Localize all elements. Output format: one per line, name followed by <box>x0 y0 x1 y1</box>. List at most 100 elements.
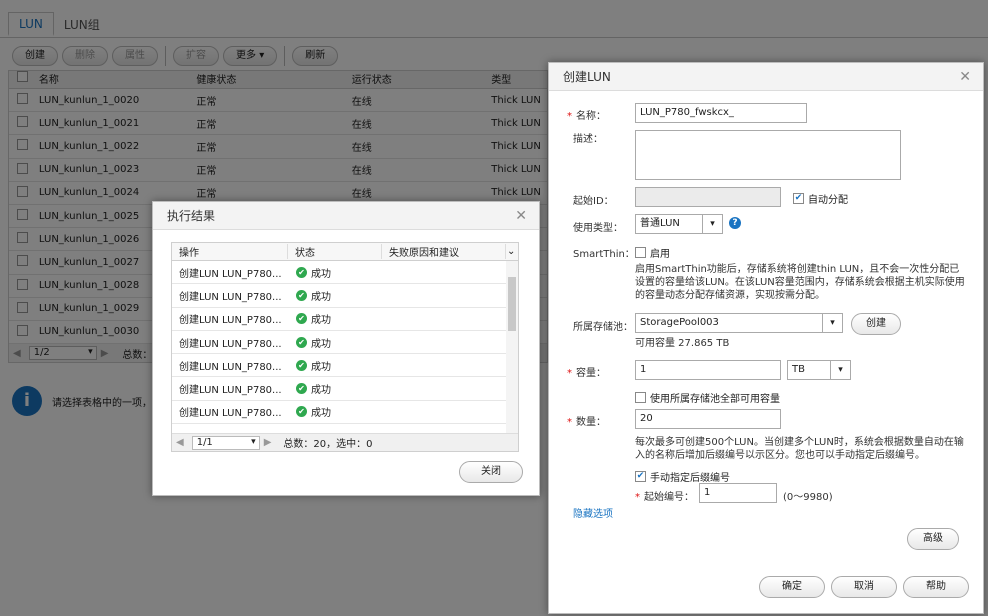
status-text: 成功 <box>311 408 331 420</box>
result-footer: ◀ 1/1 ▶ 总数：20，选中：0 <box>172 433 518 451</box>
chevron-down-icon: ▾ <box>822 314 842 332</box>
create-lun-dialog: 创建LUN ✕ * 名称： LUN_P780_fwskcx_ 描述： 起始ID： ✔… <box>548 62 984 614</box>
result-header: 操作 状态 失败原因和建议 ⌄ <box>172 243 518 261</box>
close-icon[interactable]: ✕ <box>515 202 527 230</box>
capacity-label: * 容量： <box>567 364 606 379</box>
success-icon: ✔ <box>296 336 307 348</box>
cell-operation: 创建LUN LUN_P780... <box>179 291 282 303</box>
quantity-label: * 数量： <box>567 413 606 428</box>
cell-operation: 创建LUN LUN_P780... <box>179 361 282 373</box>
success-icon: ✔ <box>296 383 307 395</box>
col-status[interactable]: 状态 <box>288 244 382 259</box>
use-all-capacity-checkbox[interactable]: 使用所属存储池全部可用容量 <box>635 390 780 405</box>
manual-suffix-checkbox[interactable]: ✔ 手动指定后缀编号 <box>635 469 730 484</box>
smartthin-label: SmartThin： <box>573 249 635 260</box>
cell-status: ✔ 成功 <box>288 288 331 303</box>
next-page-icon[interactable]: ▶ <box>264 437 272 448</box>
chevron-down-icon: ▾ <box>702 215 722 233</box>
desc-label: 描述： <box>573 134 603 145</box>
status-text: 成功 <box>311 385 331 397</box>
result-row[interactable]: 创建LUN LUN_P780... ✔ 成功 <box>172 377 518 401</box>
dialog-title: 执行结果 ✕ <box>153 202 539 230</box>
result-body: 创建LUN LUN_P780... ✔ 成功 创建LUN LUN_P780... ✔ 成功… <box>172 261 518 425</box>
unit-select[interactable]: TB ▾ <box>787 360 851 380</box>
cell-status: ✔ 成功 <box>288 404 331 419</box>
hide-options-link[interactable]: 隐藏选项 <box>573 505 613 520</box>
start-number-label-text: 起始编号： <box>644 492 694 503</box>
cell-operation: 创建LUN LUN_P780... <box>179 385 282 397</box>
available-capacity: 可用容量 27.865 TB <box>635 338 730 349</box>
start-number-label: * 起始编号： <box>635 488 694 503</box>
result-row[interactable]: 创建LUN LUN_P780... ✔ 成功 <box>172 284 518 308</box>
name-label-text: 名称： <box>576 111 606 122</box>
auto-alloc-checkbox[interactable]: ✔ 自动分配 <box>793 191 848 206</box>
success-icon: ✔ <box>296 359 307 371</box>
quantity-description: 每次最多可创建500个LUN。当创建多个LUN时，系统会根据数量自动在输入的名称… <box>635 437 964 461</box>
create-title-text: 创建LUN <box>563 70 611 84</box>
cell-operation: 创建LUN LUN_P780... <box>179 408 282 420</box>
execution-result-dialog: 执行结果 ✕ 操作 状态 失败原因和建议 ⌄ 创建LUN LUN_P780... ✔… <box>152 201 540 496</box>
status-text: 成功 <box>311 315 331 327</box>
name-label: * 名称： <box>567 107 606 122</box>
result-row[interactable]: 创建LUN LUN_P780... ✔ 成功 <box>172 354 518 378</box>
required-marker: * <box>567 111 572 122</box>
cell-status: ✔ 成功 <box>288 265 331 280</box>
capacity-input[interactable]: 1 <box>635 360 781 380</box>
status-text: 成功 <box>311 361 331 373</box>
success-icon: ✔ <box>296 313 307 325</box>
required-marker: * <box>567 417 572 428</box>
scroll-thumb[interactable] <box>508 277 516 331</box>
col-operation[interactable]: 操作 <box>172 244 288 259</box>
close-button[interactable]: 关闭 <box>459 461 523 483</box>
cell-operation: 创建LUN LUN_P780... <box>179 268 282 280</box>
quantity-label-text: 数量： <box>576 417 606 428</box>
cell-status: ✔ 成功 <box>288 381 331 396</box>
start-id-label: 起始ID： <box>573 196 614 207</box>
status-text: 成功 <box>311 338 331 350</box>
cell-status: ✔ 成功 <box>288 335 331 350</box>
result-row[interactable]: 创建LUN LUN_P780... ✔ 成功 <box>172 261 518 285</box>
cell-status: ✔ 成功 <box>288 358 331 373</box>
storage-pool-select[interactable]: StoragePool003 ▾ <box>635 313 843 333</box>
prev-page-icon[interactable]: ◀ <box>176 437 184 448</box>
success-icon: ✔ <box>296 289 307 301</box>
description-field[interactable] <box>635 130 901 180</box>
success-icon: ✔ <box>296 406 307 418</box>
start-number-input[interactable]: 1 <box>699 483 777 503</box>
result-row[interactable]: 创建LUN LUN_P780... ✔ 成功 <box>172 308 518 331</box>
start-number-range: (0～9980) <box>783 492 833 503</box>
ok-button[interactable]: 确定 <box>759 576 825 598</box>
name-input[interactable]: LUN_P780_fwskcx_ <box>635 103 807 123</box>
usage-type-value: 普通LUN <box>640 218 680 229</box>
col-failure-reason[interactable]: 失败原因和建议 <box>382 244 506 259</box>
usage-type-select[interactable]: 普通LUN ▾ <box>635 214 723 234</box>
help-icon[interactable]: ? <box>729 217 741 229</box>
smartthin-enable-checkbox[interactable]: 启用 <box>635 245 670 260</box>
required-marker: * <box>635 492 640 503</box>
advanced-button[interactable]: 高级 <box>907 528 959 550</box>
smartthin-description: 启用SmartThin功能后，存储系统将创建thin LUN，且不会一次性分配已… <box>635 264 965 301</box>
result-row[interactable]: 创建LUN LUN_P780... ✔ 成功 <box>172 331 518 355</box>
help-button[interactable]: 帮助 <box>903 576 969 598</box>
scrollbar[interactable] <box>506 261 518 435</box>
status-text: 成功 <box>311 268 331 280</box>
page-select[interactable]: 1/1 <box>191 435 260 450</box>
create-pool-button[interactable]: 创建 <box>851 313 901 335</box>
check-icon: ✔ <box>635 471 646 482</box>
cell-operation: 创建LUN LUN_P780... <box>179 338 282 350</box>
start-id-input[interactable] <box>635 187 781 207</box>
pool-value: StoragePool003 <box>640 317 719 328</box>
enable-label: 启用 <box>650 249 670 260</box>
quantity-input[interactable]: 20 <box>635 409 781 429</box>
usage-type-label: 使用类型： <box>573 223 623 234</box>
result-row[interactable]: 创建LUN LUN_P780... ✔ 成功 <box>172 401 518 425</box>
close-icon[interactable]: ✕ <box>959 63 971 91</box>
cancel-button[interactable]: 取消 <box>831 576 897 598</box>
cell-status: ✔ 成功 <box>288 311 331 326</box>
result-table: 操作 状态 失败原因和建议 ⌄ 创建LUN LUN_P780... ✔ 成功 创建LU… <box>171 242 519 452</box>
use-all-label: 使用所属存储池全部可用容量 <box>650 394 780 405</box>
unchecked-icon <box>635 392 646 403</box>
capacity-label-text: 容量： <box>576 368 606 379</box>
column-menu-icon[interactable]: ⌄ <box>506 246 518 257</box>
manual-suffix-label: 手动指定后缀编号 <box>650 473 730 484</box>
